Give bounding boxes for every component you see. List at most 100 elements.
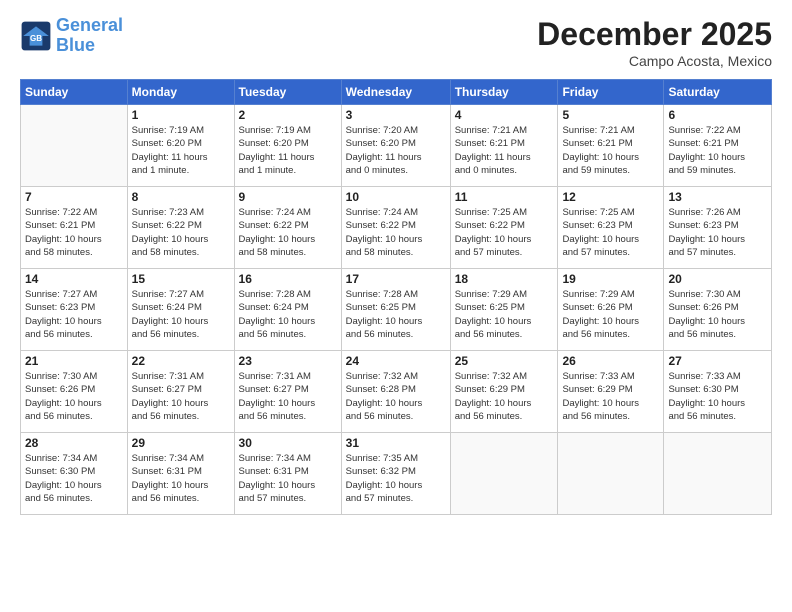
day-info: Sunrise: 7:30 AMSunset: 6:26 PMDaylight:… <box>25 370 123 423</box>
day-info: Sunrise: 7:21 AMSunset: 6:21 PMDaylight:… <box>562 124 659 177</box>
calendar-cell: 24 Sunrise: 7:32 AMSunset: 6:28 PMDayligh… <box>341 351 450 433</box>
calendar-week-5: 28Sunrise: 7:34 AMSunset: 6:30 PMDayligh… <box>21 433 772 515</box>
logo: GB General Blue <box>20 16 123 56</box>
day-info: Sunrise: 7:28 AMSunset: 6:24 PMDaylight:… <box>239 288 337 341</box>
calendar-cell: 16 Sunrise: 7:28 AMSunset: 6:24 PMDayligh… <box>234 269 341 351</box>
calendar-cell: 15 Sunrise: 7:27 AMSunset: 6:24 PMDayligh… <box>127 269 234 351</box>
day-info: Sunrise: 7:19 AMSunset: 6:20 PMDaylight:… <box>132 124 230 177</box>
page: GB General Blue December 2025 Campo Acos… <box>0 0 792 612</box>
day-info: Sunrise: 7:33 AMSunset: 6:30 PMDaylight:… <box>668 370 767 423</box>
title-block: December 2025 Campo Acosta, Mexico <box>537 16 772 69</box>
svg-text:GB: GB <box>30 34 42 43</box>
logo-line2: Blue <box>56 35 95 55</box>
logo-text: General Blue <box>56 16 123 56</box>
calendar-cell: 14Sunrise: 7:27 AMSunset: 6:23 PMDayligh… <box>21 269 128 351</box>
calendar-header-row: SundayMondayTuesdayWednesdayThursdayFrid… <box>21 80 772 105</box>
calendar-cell: 20 Sunrise: 7:30 AMSunset: 6:26 PMDayligh… <box>664 269 772 351</box>
calendar-cell: 29Sunrise: 7:34 AMSunset: 6:31 PMDayligh… <box>127 433 234 515</box>
month-title: December 2025 <box>537 16 772 53</box>
day-number: 24 <box>346 354 446 368</box>
calendar-header-wednesday: Wednesday <box>341 80 450 105</box>
day-number: 16 <box>239 272 337 286</box>
day-info: Sunrise: 7:34 AMSunset: 6:31 PMDaylight:… <box>239 452 337 505</box>
day-info: Sunrise: 7:21 AMSunset: 6:21 PMDaylight:… <box>455 124 554 177</box>
calendar-table: SundayMondayTuesdayWednesdayThursdayFrid… <box>20 79 772 515</box>
location-subtitle: Campo Acosta, Mexico <box>537 53 772 69</box>
calendar-cell: 26 Sunrise: 7:33 AMSunset: 6:29 PMDayligh… <box>558 351 664 433</box>
day-number: 4 <box>455 108 554 122</box>
calendar-cell: 21 Sunrise: 7:30 AMSunset: 6:26 PMDayligh… <box>21 351 128 433</box>
day-number: 25 <box>455 354 554 368</box>
calendar-cell: 30 Sunrise: 7:34 AMSunset: 6:31 PMDayligh… <box>234 433 341 515</box>
day-number: 3 <box>346 108 446 122</box>
calendar-week-2: 7Sunrise: 7:22 AMSunset: 6:21 PMDaylight… <box>21 187 772 269</box>
calendar-cell: 27 Sunrise: 7:33 AMSunset: 6:30 PMDayligh… <box>664 351 772 433</box>
day-info: Sunrise: 7:35 AMSunset: 6:32 PMDaylight:… <box>346 452 446 505</box>
calendar-cell: 9Sunrise: 7:24 AMSunset: 6:22 PMDaylight… <box>234 187 341 269</box>
day-info: Sunrise: 7:32 AMSunset: 6:28 PMDaylight:… <box>346 370 446 423</box>
day-number: 2 <box>239 108 337 122</box>
day-info: Sunrise: 7:31 AMSunset: 6:27 PMDaylight:… <box>132 370 230 423</box>
calendar-cell: 31Sunrise: 7:35 AMSunset: 6:32 PMDayligh… <box>341 433 450 515</box>
day-info: Sunrise: 7:20 AMSunset: 6:20 PMDaylight:… <box>346 124 446 177</box>
day-number: 17 <box>346 272 446 286</box>
day-number: 30 <box>239 436 337 450</box>
calendar-header-friday: Friday <box>558 80 664 105</box>
calendar-cell: 11 Sunrise: 7:25 AMSunset: 6:22 PMDayligh… <box>450 187 558 269</box>
calendar-header-tuesday: Tuesday <box>234 80 341 105</box>
calendar-cell: 28Sunrise: 7:34 AMSunset: 6:30 PMDayligh… <box>21 433 128 515</box>
day-info: Sunrise: 7:22 AMSunset: 6:21 PMDaylight:… <box>668 124 767 177</box>
logo-icon: GB <box>20 20 52 52</box>
day-number: 23 <box>239 354 337 368</box>
calendar-cell: 6 Sunrise: 7:22 AMSunset: 6:21 PMDaylight… <box>664 105 772 187</box>
calendar-cell: 12 Sunrise: 7:25 AMSunset: 6:23 PMDayligh… <box>558 187 664 269</box>
day-info: Sunrise: 7:25 AMSunset: 6:22 PMDaylight:… <box>455 206 554 259</box>
day-number: 28 <box>25 436 123 450</box>
calendar-cell <box>21 105 128 187</box>
day-number: 9 <box>239 190 337 204</box>
calendar-cell: 13Sunrise: 7:26 AMSunset: 6:23 PMDayligh… <box>664 187 772 269</box>
day-number: 10 <box>346 190 446 204</box>
day-info: Sunrise: 7:24 AMSunset: 6:22 PMDaylight:… <box>346 206 446 259</box>
logo-line1: General <box>56 15 123 35</box>
calendar-cell: 7Sunrise: 7:22 AMSunset: 6:21 PMDaylight… <box>21 187 128 269</box>
day-info: Sunrise: 7:29 AMSunset: 6:26 PMDaylight:… <box>562 288 659 341</box>
calendar-cell: 22 Sunrise: 7:31 AMSunset: 6:27 PMDayligh… <box>127 351 234 433</box>
day-number: 6 <box>668 108 767 122</box>
day-info: Sunrise: 7:25 AMSunset: 6:23 PMDaylight:… <box>562 206 659 259</box>
day-info: Sunrise: 7:33 AMSunset: 6:29 PMDaylight:… <box>562 370 659 423</box>
day-number: 5 <box>562 108 659 122</box>
day-info: Sunrise: 7:27 AMSunset: 6:24 PMDaylight:… <box>132 288 230 341</box>
calendar-cell: 1Sunrise: 7:19 AMSunset: 6:20 PMDaylight… <box>127 105 234 187</box>
header: GB General Blue December 2025 Campo Acos… <box>20 16 772 69</box>
calendar-cell <box>450 433 558 515</box>
calendar-header-thursday: Thursday <box>450 80 558 105</box>
day-info: Sunrise: 7:23 AMSunset: 6:22 PMDaylight:… <box>132 206 230 259</box>
day-info: Sunrise: 7:32 AMSunset: 6:29 PMDaylight:… <box>455 370 554 423</box>
day-info: Sunrise: 7:28 AMSunset: 6:25 PMDaylight:… <box>346 288 446 341</box>
calendar-cell: 17 Sunrise: 7:28 AMSunset: 6:25 PMDayligh… <box>341 269 450 351</box>
calendar-cell <box>558 433 664 515</box>
day-number: 22 <box>132 354 230 368</box>
day-number: 26 <box>562 354 659 368</box>
calendar-cell: 18Sunrise: 7:29 AMSunset: 6:25 PMDayligh… <box>450 269 558 351</box>
day-info: Sunrise: 7:30 AMSunset: 6:26 PMDaylight:… <box>668 288 767 341</box>
calendar-cell: 5 Sunrise: 7:21 AMSunset: 6:21 PMDaylight… <box>558 105 664 187</box>
calendar-cell: 3 Sunrise: 7:20 AMSunset: 6:20 PMDaylight… <box>341 105 450 187</box>
calendar-cell: 8Sunrise: 7:23 AMSunset: 6:22 PMDaylight… <box>127 187 234 269</box>
day-number: 20 <box>668 272 767 286</box>
calendar-cell <box>664 433 772 515</box>
day-number: 14 <box>25 272 123 286</box>
day-number: 11 <box>455 190 554 204</box>
day-number: 15 <box>132 272 230 286</box>
day-info: Sunrise: 7:22 AMSunset: 6:21 PMDaylight:… <box>25 206 123 259</box>
day-number: 21 <box>25 354 123 368</box>
calendar-cell: 10 Sunrise: 7:24 AMSunset: 6:22 PMDayligh… <box>341 187 450 269</box>
calendar-week-1: 1Sunrise: 7:19 AMSunset: 6:20 PMDaylight… <box>21 105 772 187</box>
calendar-cell: 19Sunrise: 7:29 AMSunset: 6:26 PMDayligh… <box>558 269 664 351</box>
day-number: 27 <box>668 354 767 368</box>
calendar-cell: 4 Sunrise: 7:21 AMSunset: 6:21 PMDaylight… <box>450 105 558 187</box>
day-number: 12 <box>562 190 659 204</box>
day-info: Sunrise: 7:19 AMSunset: 6:20 PMDaylight:… <box>239 124 337 177</box>
calendar-cell: 25 Sunrise: 7:32 AMSunset: 6:29 PMDayligh… <box>450 351 558 433</box>
